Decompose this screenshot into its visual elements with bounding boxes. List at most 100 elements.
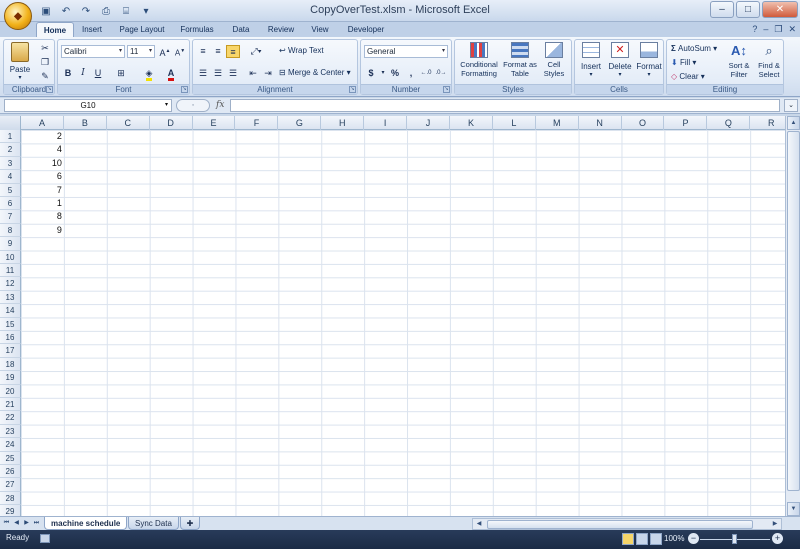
decrease-decimal-button[interactable]: .0→ [434,67,448,80]
tab-insert[interactable]: Insert [76,22,108,37]
borders-icon[interactable]: ⊞ [114,67,128,80]
row-header[interactable]: 23 [0,424,21,439]
align-bottom-icon[interactable]: ≡ [226,45,240,58]
clear-button[interactable]: ◇ Clear ▾ [671,72,705,81]
tab-home[interactable]: Home [36,22,74,37]
row-header[interactable]: 20 [0,384,21,398]
zoom-level[interactable]: 100% [664,534,684,543]
column-header[interactable]: O [622,116,665,130]
column-header[interactable]: R [750,116,785,130]
font-launcher-icon[interactable]: ↘ [181,86,188,93]
column-header[interactable]: H [321,116,365,130]
tab-developer[interactable]: Developer [340,22,392,37]
column-header[interactable]: P [665,116,708,130]
formula-input[interactable] [230,99,780,112]
doc-close-icon[interactable]: ✕ [788,24,796,35]
fill-button[interactable]: ⬇ Fill ▾ [671,58,696,67]
vertical-scrollbar[interactable]: ▲ ▼ [785,116,800,516]
cell-area[interactable] [21,130,785,516]
align-top-icon[interactable]: ≡ [196,45,210,58]
tab-data[interactable]: Data [226,22,256,37]
page-break-view-icon[interactable] [650,533,662,545]
format-as-table-button[interactable]: Format as Table [503,42,537,78]
scroll-down-icon[interactable]: ▼ [787,502,800,516]
select-all-corner[interactable] [0,116,21,130]
percent-button[interactable]: % [388,67,402,80]
conditional-formatting-button[interactable]: Conditional Formatting [457,42,501,78]
find-select-button[interactable]: ⌕ Find & Select [755,42,783,79]
sheet-tab-sync-data[interactable]: Sync Data [128,517,179,530]
scroll-up-icon[interactable]: ▲ [787,116,800,130]
cell-value[interactable]: 9 [21,224,64,237]
row-header[interactable]: 9 [0,237,21,251]
clipboard-launcher-icon[interactable]: ↘ [46,86,53,93]
column-header[interactable]: D [150,116,193,130]
delete-cells-button[interactable]: ✕ Delete ▾ [606,42,634,80]
column-header[interactable]: E [193,116,236,130]
copy-icon[interactable]: ❐ [38,56,52,69]
row-header[interactable]: 5 [0,183,21,197]
row-header[interactable]: 6 [0,197,21,211]
normal-view-icon[interactable] [622,533,634,545]
horizontal-scrollbar[interactable]: ◀ ▶ [472,518,782,530]
scroll-left-icon[interactable]: ◀ [473,519,485,529]
column-header[interactable]: G [278,116,322,130]
row-header[interactable]: 2 [0,143,21,157]
close-button[interactable]: ✕ [762,1,798,18]
row-header[interactable]: 8 [0,223,21,238]
row-header[interactable]: 27 [0,478,21,492]
row-header[interactable]: 10 [0,250,21,264]
column-header[interactable]: C [107,116,150,130]
expand-formula-bar-icon[interactable]: ⌄ [784,99,798,112]
cell-value[interactable]: 1 [21,197,64,210]
column-header[interactable]: I [364,116,408,130]
align-right-icon[interactable]: ☰ [226,67,240,80]
macro-record-icon[interactable] [40,534,50,543]
name-box[interactable]: G10 ▾ [4,99,172,112]
column-header[interactable]: J [407,116,450,130]
format-painter-icon[interactable]: ✎ [38,70,52,83]
office-button[interactable]: ◆ [4,2,32,30]
row-header[interactable]: 25 [0,451,21,465]
tab-view[interactable]: View [305,22,335,37]
insert-sheet-icon[interactable]: ✚ [180,517,200,530]
sheet-tab-machine-schedule[interactable]: machine schedule [44,517,128,530]
cell-value[interactable]: 6 [21,170,64,183]
sort-filter-button[interactable]: A↕ Sort & Filter [725,42,753,79]
cell-value[interactable]: 7 [21,184,64,197]
increase-decimal-button[interactable]: ←.0 [419,67,433,80]
row-header[interactable]: 21 [0,398,21,412]
row-header[interactable]: 11 [0,264,21,278]
row-header[interactable]: 22 [0,411,21,425]
row-header[interactable]: 4 [0,170,21,184]
row-header[interactable]: 15 [0,317,21,331]
column-header[interactable]: Q [707,116,751,130]
scroll-right-icon[interactable]: ▶ [769,519,781,529]
align-left-icon[interactable]: ☰ [196,67,210,80]
format-cells-button[interactable]: Format ▾ [635,42,663,80]
align-middle-icon[interactable]: ≡ [211,45,225,58]
underline-button[interactable]: U [91,67,105,80]
cut-icon[interactable]: ✂ [38,42,52,55]
font-name-dropdown[interactable]: Calibri ▾ [61,45,125,58]
autosum-button[interactable]: Σ AutoSum ▾ [671,44,717,53]
row-header[interactable]: 18 [0,357,21,372]
zoom-out-icon[interactable]: − [688,533,699,544]
merge-center-button[interactable]: ⊟ Merge & Center ▾ [279,68,351,77]
decrease-indent-icon[interactable]: ⇤ [246,67,260,80]
column-header[interactable]: M [536,116,579,130]
cell-value[interactable]: 8 [21,210,64,223]
row-header[interactable]: 17 [0,344,21,358]
row-header[interactable]: 1 [0,130,21,144]
zoom-slider-knob[interactable] [732,534,737,544]
cell-styles-button[interactable]: Cell Styles [539,42,569,78]
row-header[interactable]: 26 [0,465,21,479]
prev-sheet-icon[interactable]: ◀ [12,518,21,529]
column-header[interactable]: F [236,116,279,130]
chevron-down-icon[interactable]: ▾ [165,100,168,111]
zoom-in-icon[interactable]: + [772,533,783,544]
wrap-text-button[interactable]: ↩ Wrap Text [279,46,324,55]
row-header[interactable]: 13 [0,290,21,305]
column-header[interactable]: A [21,116,64,130]
increase-indent-icon[interactable]: ⇥ [261,67,275,80]
